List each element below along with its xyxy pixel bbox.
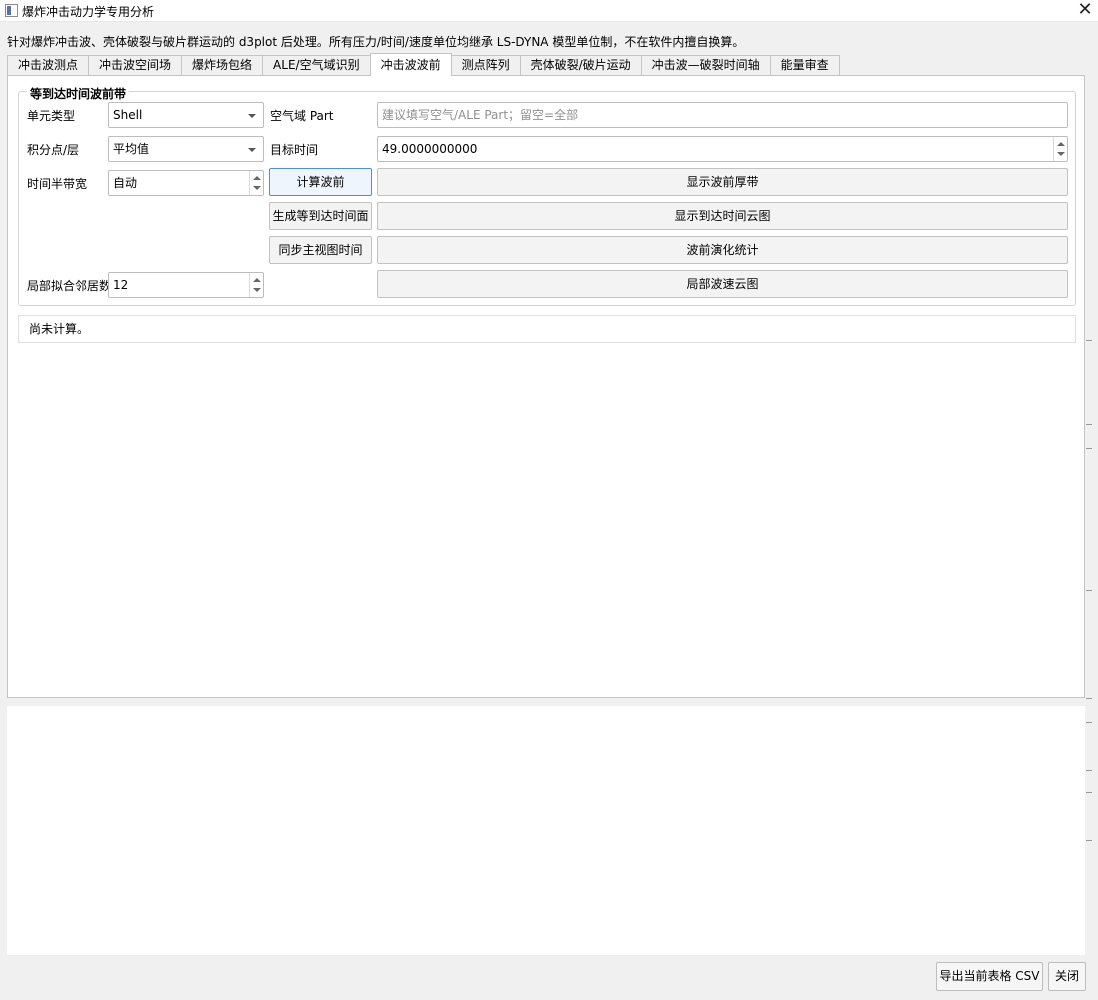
- description-banner: 针对爆炸冲击波、壳体破裂与破片群运动的 d3plot 后处理。所有压力/时间/速…: [7, 35, 745, 49]
- sync-main-view-time-button[interactable]: 同步主视图时间: [269, 236, 372, 264]
- export-csv-button[interactable]: 导出当前表格 CSV: [936, 962, 1043, 991]
- tab-shock-spatial-field[interactable]: 冲击波空间场: [88, 55, 183, 76]
- chevron-down-icon: [253, 288, 261, 292]
- half-bandwidth-value: 自动: [113, 176, 138, 190]
- element-type-select[interactable]: Shell: [108, 102, 264, 128]
- local-wave-speed-button[interactable]: 局部波速云图: [377, 270, 1068, 298]
- tab-blast-envelope[interactable]: 爆炸场包络: [181, 55, 264, 76]
- results-table-area: [7, 706, 1085, 955]
- arrival-time-group: 等到达时间波前带 单元类型 Shell 空气域 Part 建议填写空气/ALE …: [18, 85, 1076, 306]
- target-time-spinbox[interactable]: 49.0000000000: [377, 136, 1068, 162]
- generate-arrival-surface-button[interactable]: 生成等到达时间面: [269, 202, 372, 230]
- neighbors-stepper[interactable]: [249, 273, 263, 297]
- chevron-down-icon: [248, 114, 256, 118]
- chevron-up-icon: [1057, 142, 1065, 146]
- integration-select[interactable]: 平均值: [108, 136, 264, 162]
- close-button[interactable]: 关闭: [1048, 962, 1086, 991]
- window-title: 爆炸冲击动力学专用分析: [22, 5, 155, 19]
- air-part-input[interactable]: 建议填写空气/ALE Part；留空=全部: [377, 102, 1068, 128]
- air-part-label: 空气域 Part: [270, 109, 334, 123]
- target-time-stepper[interactable]: [1053, 137, 1067, 161]
- chevron-down-icon: [253, 186, 261, 190]
- status-text: 尚未计算。: [18, 315, 1076, 343]
- element-type-label: 单元类型: [27, 109, 76, 123]
- neighbors-value: 12: [113, 278, 129, 292]
- air-part-placeholder: 建议填写空气/ALE Part；留空=全部: [382, 108, 579, 122]
- element-type-value: Shell: [113, 108, 143, 122]
- integration-value: 平均值: [113, 142, 150, 156]
- app-icon: [5, 4, 18, 17]
- background-window-edge: [1086, 340, 1098, 1000]
- front-evolution-stats-button[interactable]: 波前演化统计: [377, 236, 1068, 264]
- target-time-value: 49.0000000000: [382, 142, 478, 156]
- tab-bar: 冲击波测点 冲击波空间场 爆炸场包络 ALE/空气域识别 冲击波波前 测点阵列 …: [7, 53, 840, 76]
- chevron-down-icon: [248, 148, 256, 152]
- tab-shell-fragment[interactable]: 壳体破裂/破片运动: [519, 55, 642, 76]
- title-bar: 爆炸冲击动力学专用分析 ✕: [0, 0, 1098, 22]
- neighbors-spinbox[interactable]: 12: [108, 272, 264, 298]
- integration-label: 积分点/层: [27, 143, 80, 157]
- target-time-label: 目标时间: [270, 143, 319, 157]
- tab-energy-review[interactable]: 能量审查: [769, 55, 840, 76]
- group-title: 等到达时间波前带: [27, 85, 130, 102]
- show-arrival-contour-button[interactable]: 显示到达时间云图: [377, 202, 1068, 230]
- chevron-up-icon: [253, 176, 261, 180]
- tab-ale-air-domain[interactable]: ALE/空气域识别: [262, 55, 371, 76]
- chevron-down-icon: [1057, 152, 1065, 156]
- neighbors-label: 局部拟合邻居数: [27, 279, 112, 293]
- half-bandwidth-spinbox[interactable]: 自动: [108, 170, 264, 196]
- window-close-button[interactable]: ✕: [1072, 0, 1098, 22]
- tab-shock-fracture-timeline[interactable]: 冲击波—破裂时间轴: [640, 55, 771, 76]
- shock-front-pane: 等到达时间波前带 单元类型 Shell 空气域 Part 建议填写空气/ALE …: [7, 75, 1085, 698]
- tab-probe-array[interactable]: 测点阵列: [450, 55, 521, 76]
- half-bandwidth-stepper[interactable]: [249, 171, 263, 195]
- tab-shock-front[interactable]: 冲击波波前: [369, 53, 452, 76]
- half-bandwidth-label: 时间半带宽: [27, 177, 88, 191]
- chevron-up-icon: [253, 278, 261, 282]
- compute-front-button[interactable]: 计算波前: [269, 168, 372, 196]
- show-front-band-button[interactable]: 显示波前厚带: [377, 168, 1068, 196]
- tab-shock-probes[interactable]: 冲击波测点: [7, 55, 90, 76]
